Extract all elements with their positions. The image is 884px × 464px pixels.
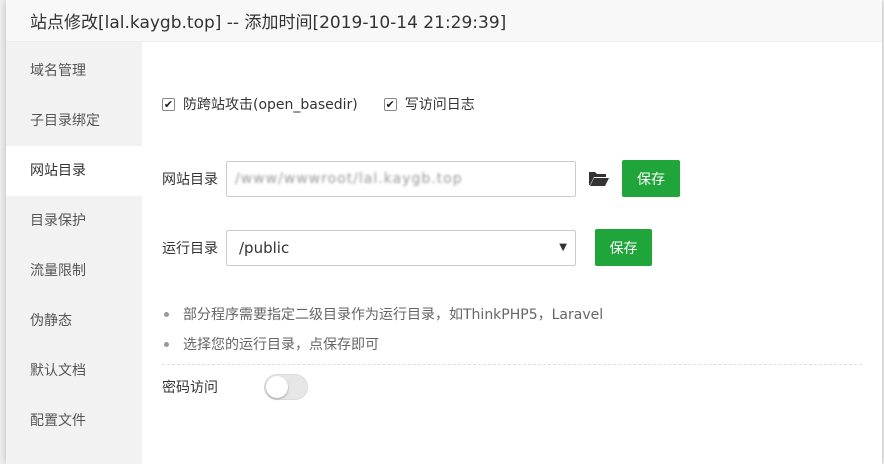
run-dir-save-button[interactable]: 保存 bbox=[595, 229, 652, 266]
tip-text: 选择您的运行目录，点保存即可 bbox=[183, 337, 379, 353]
site-edit-modal: 站点修改[lal.kaygb.top] -- 添加时间[2019-10-14 2… bbox=[6, 0, 882, 464]
run-dir-label: 运行目录 bbox=[162, 240, 218, 257]
bullet-icon bbox=[164, 311, 169, 317]
password-access-toggle[interactable] bbox=[264, 374, 308, 400]
run-dir-select[interactable]: /public ▼ bbox=[226, 229, 576, 266]
access-log-label: 写访问日志 bbox=[404, 97, 475, 113]
sidebar-item-site-directory[interactable]: 网站目录 bbox=[6, 146, 142, 196]
sidebar-item-label: 网站目录 bbox=[30, 163, 86, 179]
modal-title: 站点修改[lal.kaygb.top] -- 添加时间[2019-10-14 2… bbox=[30, 13, 507, 33]
open-basedir-label: 防跨站攻击(open_basedir) bbox=[183, 97, 358, 113]
sidebar-item-label: 配置文件 bbox=[30, 413, 86, 429]
sidebar-item-label: 域名管理 bbox=[30, 63, 86, 79]
toggle-knob bbox=[266, 376, 288, 398]
main-panel: ✔ 防跨站攻击(open_basedir) ✔ 写访问日志 网站目录 /www/… bbox=[142, 42, 882, 464]
sidebar-item-label: 伪静态 bbox=[30, 313, 72, 329]
options-row: ✔ 防跨站攻击(open_basedir) ✔ 写访问日志 bbox=[162, 94, 501, 114]
sidebar-item-config-file[interactable]: 配置文件 bbox=[6, 396, 142, 446]
run-dir-selected: /public bbox=[239, 238, 290, 257]
divider bbox=[162, 364, 862, 365]
tip-text: 部分程序需要指定二级目录作为运行目录，如ThinkPHP5，Laravel bbox=[183, 307, 604, 323]
sidebar-item-label: 目录保护 bbox=[30, 213, 86, 229]
list-item: 选择您的运行目录，点保存即可 bbox=[162, 330, 862, 358]
sidebar-item-domain[interactable]: 域名管理 bbox=[6, 46, 142, 96]
sidebar-item-label: 子目录绑定 bbox=[30, 113, 100, 129]
password-access-label: 密码访问 bbox=[162, 380, 218, 396]
access-log-checkbox[interactable]: ✔ bbox=[383, 97, 397, 111]
sidebar-item-rewrite[interactable]: 伪静态 bbox=[6, 296, 142, 346]
open-basedir-checkbox[interactable]: ✔ bbox=[162, 97, 175, 111]
tips-list: 部分程序需要指定二级目录作为运行目录，如ThinkPHP5，Laravel 选择… bbox=[162, 300, 862, 365]
sidebar-item-subdir-binding[interactable]: 子目录绑定 bbox=[6, 96, 142, 146]
list-item: 部分程序需要指定二级目录作为运行目录，如ThinkPHP5，Laravel bbox=[162, 300, 862, 328]
modal-body: 域名管理 子目录绑定 网站目录 目录保护 流量限制 伪静态 默认文档 配置文件 … bbox=[6, 42, 882, 464]
chevron-down-icon: ▼ bbox=[559, 242, 567, 253]
site-dir-save-button[interactable]: 保存 bbox=[622, 160, 680, 197]
sidebar-item-dir-protection[interactable]: 目录保护 bbox=[6, 196, 142, 246]
bullet-icon bbox=[164, 341, 169, 347]
site-dir-value: /www/wwwroot/lal.kaygb.top bbox=[235, 170, 463, 187]
site-dir-input[interactable]: /www/wwwroot/lal.kaygb.top bbox=[226, 160, 576, 197]
sidebar-item-default-doc[interactable]: 默认文档 bbox=[6, 346, 142, 396]
sidebar: 域名管理 子目录绑定 网站目录 目录保护 流量限制 伪静态 默认文档 配置文件 bbox=[6, 42, 142, 464]
modal-header: 站点修改[lal.kaygb.top] -- 添加时间[2019-10-14 2… bbox=[6, 0, 882, 42]
folder-open-icon[interactable] bbox=[588, 169, 612, 189]
site-dir-label: 网站目录 bbox=[162, 171, 218, 188]
password-access-row: 密码访问 bbox=[162, 374, 308, 400]
sidebar-item-label: 流量限制 bbox=[30, 263, 86, 279]
site-dir-row: 网站目录 /www/wwwroot/lal.kaygb.top 保存 bbox=[162, 160, 680, 197]
sidebar-item-traffic-limit[interactable]: 流量限制 bbox=[6, 246, 142, 296]
sidebar-item-label: 默认文档 bbox=[30, 363, 86, 379]
run-dir-row: 运行目录 /public ▼ 保存 bbox=[162, 229, 652, 266]
